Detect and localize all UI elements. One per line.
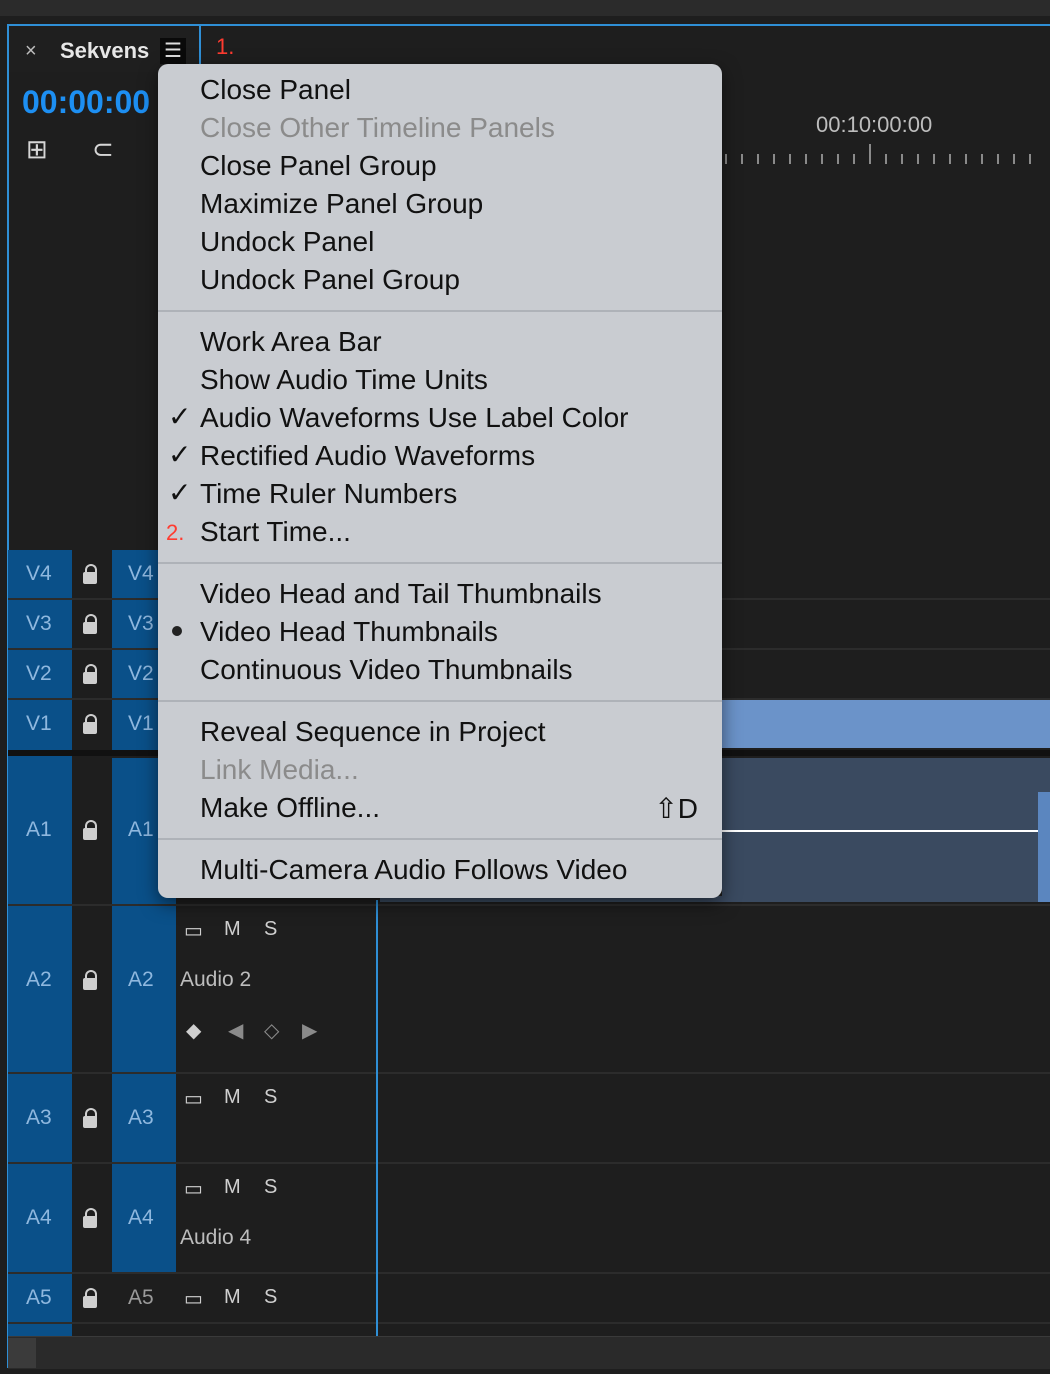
lock-icon[interactable]: [83, 664, 97, 684]
solo-button[interactable]: S: [264, 1176, 277, 1199]
menu-item-audio-waveforms-use-label-color[interactable]: Audio Waveforms Use Label Color: [200, 402, 628, 434]
menu-separator: [158, 838, 722, 840]
lock-icon[interactable]: [83, 614, 97, 634]
mute-button[interactable]: M: [224, 1286, 241, 1309]
menu-item-maximize-panel-group[interactable]: Maximize Panel Group: [200, 188, 483, 220]
mute-button[interactable]: M: [224, 918, 241, 941]
playhead-timecode[interactable]: 00:00:00: [22, 84, 150, 121]
solo-button[interactable]: S: [264, 918, 277, 941]
menu-item-start-time[interactable]: Start Time...: [200, 516, 351, 548]
menu-item-show-audio-time-units[interactable]: Show Audio Time Units: [200, 364, 488, 396]
track-divider: [8, 1162, 1050, 1164]
solo-button[interactable]: S: [264, 1286, 277, 1309]
track-source-a3[interactable]: A3: [26, 1106, 52, 1130]
horizontal-scrollbar[interactable]: [8, 1336, 1050, 1369]
track-target-v3[interactable]: V3: [128, 612, 154, 636]
menu-item-undock-panel[interactable]: Undock Panel: [200, 226, 374, 258]
lock-icon[interactable]: [83, 714, 97, 734]
audio-track-name: Audio 2: [180, 968, 252, 991]
lock-icon[interactable]: [83, 1208, 97, 1228]
checkmark-icon: ✓: [168, 439, 192, 470]
radio-selected-icon: [172, 626, 182, 636]
checkmark-icon: ✓: [168, 401, 192, 432]
menu-item-close-panel-group[interactable]: Close Panel Group: [200, 150, 437, 182]
menu-item-time-ruler-numbers[interactable]: Time Ruler Numbers: [200, 478, 457, 510]
menu-item-undock-panel-group[interactable]: Undock Panel Group: [200, 264, 460, 296]
audio-clip-divider: [722, 830, 1038, 832]
snap-magnet-icon[interactable]: ⊂: [92, 134, 114, 165]
track-source-a2[interactable]: A2: [26, 968, 52, 992]
menu-item-link-media: Link Media...: [200, 754, 359, 785]
sync-lock-icon[interactable]: ▭: [184, 1086, 203, 1111]
track-target-v4[interactable]: V4: [128, 562, 154, 586]
menu-item-work-area-bar[interactable]: Work Area Bar: [200, 326, 382, 358]
mute-button[interactable]: M: [224, 1176, 241, 1199]
mute-button[interactable]: M: [224, 1086, 241, 1109]
track-target-a5[interactable]: A5: [128, 1286, 154, 1310]
video-clip[interactable]: [722, 700, 1050, 748]
menu-item-close-other-timeline-panels: Close Other Timeline Panels: [200, 112, 555, 143]
track-source-a1[interactable]: A1: [26, 818, 52, 842]
lock-icon[interactable]: [83, 1108, 97, 1128]
track-source-v1[interactable]: V1: [26, 712, 52, 736]
menu-item-continuous-video-thumbnails[interactable]: Continuous Video Thumbnails: [200, 654, 573, 686]
scrollbar-thumb[interactable]: [8, 1338, 36, 1368]
tab-title[interactable]: Sekvens: [60, 38, 149, 64]
checkmark-icon: ✓: [168, 477, 192, 508]
menu-separator: [158, 700, 722, 702]
track-target-a3[interactable]: A3: [128, 1106, 154, 1130]
lock-icon[interactable]: [83, 564, 97, 584]
track-source-v4[interactable]: V4: [26, 562, 52, 586]
ruler-time-label: 00:10:00:00: [816, 112, 933, 137]
menu-item-multi-camera-audio-follows-video[interactable]: Multi-Camera Audio Follows Video: [200, 854, 627, 886]
track-target-a4[interactable]: A4: [128, 1206, 154, 1230]
playhead-line[interactable]: [376, 900, 378, 1336]
menu-item-video-head-and-tail-thumbnails[interactable]: Video Head and Tail Thumbnails: [200, 578, 602, 610]
track-source-a5[interactable]: A5: [26, 1286, 52, 1310]
track-divider: [8, 1322, 1050, 1324]
time-ruler[interactable]: [722, 144, 1050, 166]
menu-separator: [158, 562, 722, 564]
menu-item-make-offline[interactable]: Make Offline...: [200, 792, 380, 824]
panel-menu-icon[interactable]: ☰: [160, 38, 186, 64]
sync-lock-icon[interactable]: ▭: [184, 1176, 203, 1201]
add-keyframe-icon[interactable]: ◇: [264, 1018, 279, 1043]
insert-sequence-icon[interactable]: ⊞: [26, 134, 48, 165]
audio-clip-edge: [1038, 792, 1050, 902]
menu-item-rectified-audio-waveforms[interactable]: Rectified Audio Waveforms: [200, 440, 535, 472]
track-target-a1[interactable]: A1: [128, 818, 154, 842]
lock-icon[interactable]: [83, 1288, 97, 1308]
solo-button[interactable]: S: [264, 1086, 277, 1109]
previous-keyframe-icon[interactable]: ◀: [228, 1018, 243, 1043]
track-divider: [8, 1072, 1050, 1074]
shortcut-label: ⇧D: [654, 793, 698, 824]
close-tab-icon[interactable]: ×: [25, 40, 37, 63]
lock-icon[interactable]: [83, 820, 97, 840]
track-target-a2[interactable]: A2: [128, 968, 154, 992]
track-divider: [8, 904, 1050, 906]
track-target-v1[interactable]: V1: [128, 712, 154, 736]
menu-item-reveal-sequence-in-project[interactable]: Reveal Sequence in Project: [200, 716, 546, 748]
menu-separator: [158, 310, 722, 312]
sync-lock-icon[interactable]: ▭: [184, 1286, 203, 1311]
track-target-v2[interactable]: V2: [128, 662, 154, 686]
track-source-v3[interactable]: V3: [26, 612, 52, 636]
track-source-a4[interactable]: A4: [26, 1206, 52, 1230]
callout-2: 2.: [166, 520, 185, 545]
panel-context-menu: Close Panel Close Other Timeline Panels …: [158, 64, 722, 898]
audio-track-name: Audio 4: [180, 1226, 252, 1249]
callout-1: 1.: [216, 34, 235, 59]
lock-icon[interactable]: [83, 970, 97, 990]
next-keyframe-icon[interactable]: ▶: [302, 1018, 317, 1043]
sync-lock-icon[interactable]: ▭: [184, 918, 203, 943]
track-divider: [8, 1272, 1050, 1274]
app-top-bar: [0, 0, 1050, 16]
keyframe-toggle-icon[interactable]: ◆: [186, 1018, 201, 1043]
track-source-v2[interactable]: V2: [26, 662, 52, 686]
menu-item-close-panel[interactable]: Close Panel: [200, 74, 351, 106]
menu-item-video-head-thumbnails[interactable]: Video Head Thumbnails: [200, 616, 498, 648]
